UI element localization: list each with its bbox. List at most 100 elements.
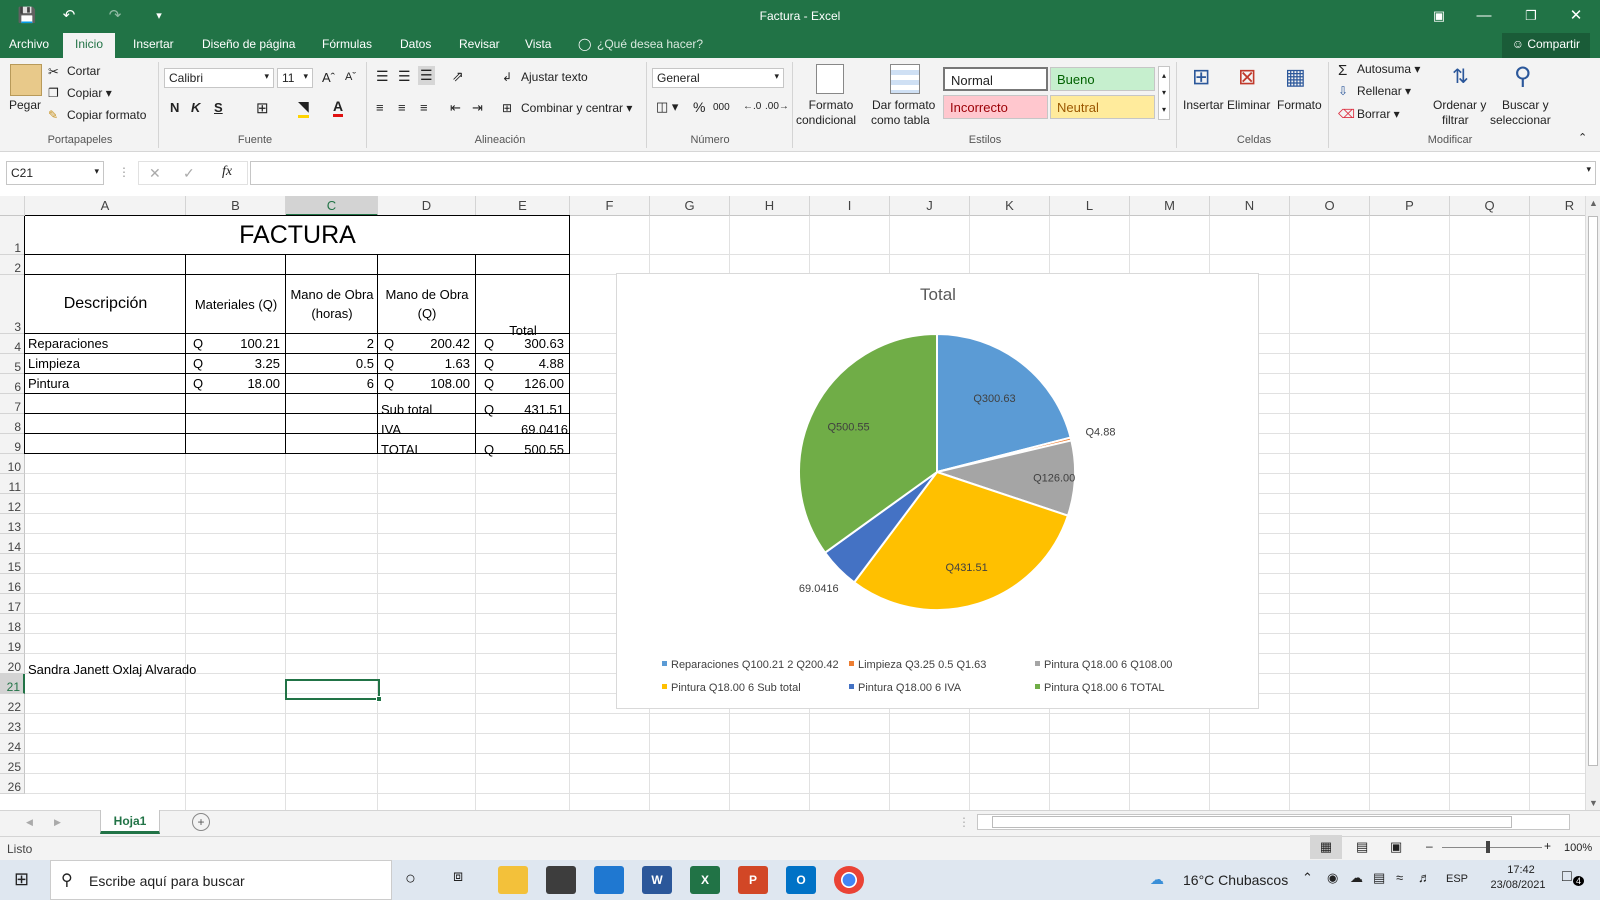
next-sheet-icon[interactable]: ▶ [54, 817, 61, 828]
item-mano[interactable]: 200.42 [378, 336, 470, 351]
horizontal-scrollbar[interactable] [977, 814, 1570, 830]
format-as-table-button[interactable]: Dar formato [872, 98, 935, 112]
style-normal[interactable]: Normal [943, 67, 1048, 91]
scroll-thumb[interactable] [1588, 216, 1598, 766]
column-header-d[interactable]: D [378, 196, 476, 216]
close-icon[interactable]: ✕ [1565, 5, 1587, 27]
row-header-12[interactable]: 12 [0, 494, 25, 514]
iva-label[interactable]: IVA [381, 422, 401, 437]
row-header-21[interactable]: 21 [0, 674, 25, 694]
item-horas[interactable]: 6 [286, 376, 374, 391]
bold-button[interactable]: N [170, 100, 179, 115]
conditional-format-button[interactable]: Formato [806, 98, 856, 112]
align-middle-icon[interactable]: ☰ [398, 68, 411, 85]
header-mano-q[interactable]: Mano de Obra (Q) [378, 287, 476, 321]
percent-button[interactable]: % [693, 99, 705, 115]
tab-vista[interactable]: Vista [525, 37, 551, 51]
excel-icon[interactable]: X [690, 866, 720, 894]
network-icon[interactable]: ▤ [1373, 870, 1385, 886]
column-header-f[interactable]: F [570, 196, 650, 216]
item-materiales[interactable]: 18.00 [186, 376, 280, 391]
enter-icon[interactable]: ✓ [183, 165, 195, 182]
column-header-e[interactable]: E [476, 196, 570, 216]
style-bad[interactable]: Incorrecto [943, 95, 1048, 119]
select-all-corner[interactable] [0, 196, 25, 216]
delete-cells-button[interactable]: Eliminar [1227, 98, 1270, 112]
column-header-r[interactable]: R [1530, 196, 1585, 216]
item-horas[interactable]: 2 [286, 336, 374, 351]
column-header-i[interactable]: I [810, 196, 890, 216]
row-header-4[interactable]: 4 [0, 334, 25, 354]
column-header-m[interactable]: M [1130, 196, 1210, 216]
powerpoint-icon[interactable]: P [738, 866, 768, 894]
row-header-8[interactable]: 8 [0, 414, 25, 434]
sheet-tab-hoja1[interactable]: Hoja1 [100, 810, 160, 834]
column-header-h[interactable]: H [730, 196, 810, 216]
language-indicator[interactable]: ESP [1446, 873, 1468, 885]
page-layout-view-icon[interactable]: ▤ [1356, 839, 1368, 855]
font-size-select[interactable]: 11 ▾ [277, 68, 313, 88]
tab-datos[interactable]: Datos [400, 37, 431, 51]
active-cell-selection[interactable] [285, 679, 382, 702]
chrome-icon[interactable] [834, 866, 864, 894]
number-format-select[interactable]: General ▾ [652, 68, 784, 88]
column-header-n[interactable]: N [1210, 196, 1290, 216]
tab-formulas[interactable]: Fórmulas [322, 37, 372, 51]
column-header-k[interactable]: K [970, 196, 1050, 216]
row-header-17[interactable]: 17 [0, 594, 25, 614]
item-mano[interactable]: 1.63 [378, 356, 470, 371]
font-color-icon[interactable]: A [333, 98, 344, 117]
subtotal-value[interactable]: 431.51 [476, 402, 564, 417]
zoom-slider-thumb[interactable] [1486, 841, 1490, 853]
row-header-13[interactable]: 13 [0, 514, 25, 534]
header-mano-horas[interactable]: Mano de Obra (horas) [286, 287, 378, 321]
item-desc[interactable]: Pintura [28, 376, 69, 391]
add-sheet-icon[interactable]: + [192, 813, 210, 831]
formula-input[interactable]: ▾ [250, 161, 1596, 185]
fill-color-icon[interactable]: ◥ [298, 98, 309, 118]
notifications-icon[interactable]: □ 4 [1562, 868, 1585, 886]
mail-icon[interactable] [594, 866, 624, 894]
fill-button[interactable]: ⇩ Rellenar ▾ [1338, 84, 1411, 100]
normal-view-icon[interactable]: ▦ [1310, 835, 1342, 859]
column-header-q[interactable]: Q [1450, 196, 1530, 216]
styles-scroll[interactable]: ▴ ▾ ▾ [1158, 66, 1170, 120]
tab-diseno-pagina[interactable]: Diseño de página [202, 37, 295, 51]
align-top-icon[interactable]: ☰ [376, 68, 389, 85]
scroll-up-icon[interactable]: ▲ [1589, 198, 1598, 208]
ribbon-display-icon[interactable]: ▣ [1428, 5, 1450, 27]
sort-filter-button[interactable]: Ordenar y [1433, 98, 1486, 112]
row-header-14[interactable]: 14 [0, 534, 25, 554]
item-materiales[interactable]: 3.25 [186, 356, 280, 371]
outlook-icon[interactable]: O [786, 866, 816, 894]
taskbar-search[interactable]: ⚲ Escribe aquí para buscar [50, 860, 392, 900]
row-header-7[interactable]: 7 [0, 394, 25, 414]
cut-button[interactable]: ✂ Cortar [48, 64, 100, 80]
row-header-10[interactable]: 10 [0, 454, 25, 474]
total-label[interactable]: TOTAL [381, 442, 422, 457]
decrease-indent-icon[interactable]: ⇤ [450, 100, 461, 116]
onedrive-icon[interactable]: ☁ [1350, 870, 1363, 886]
decrease-decimal-icon[interactable]: .00→ [765, 101, 789, 112]
column-header-a[interactable]: A [25, 196, 186, 216]
row-header-6[interactable]: 6 [0, 374, 25, 394]
restore-icon[interactable]: ❐ [1520, 5, 1542, 27]
row-header-16[interactable]: 16 [0, 574, 25, 594]
row-header-24[interactable]: 24 [0, 734, 25, 754]
underline-button[interactable]: S [214, 100, 223, 115]
row-header-11[interactable]: 11 [0, 474, 25, 494]
borders-icon[interactable]: ⊞ [256, 99, 269, 117]
word-icon[interactable]: W [642, 866, 672, 894]
zoom-out-icon[interactable]: – [1426, 839, 1433, 853]
column-header-p[interactable]: P [1370, 196, 1450, 216]
item-desc[interactable]: Limpieza [28, 356, 80, 371]
store-icon[interactable] [546, 866, 576, 894]
format-painter-button[interactable]: ✎ Copiar formato [48, 108, 146, 124]
pie-chart[interactable]: Total Q300.63 Q4.88 Q126.00 Q431.51 69.0416 Q… [616, 273, 1259, 709]
align-left-icon[interactable]: ≡ [376, 100, 384, 115]
merge-center-button[interactable]: ⊞ Combinar y centrar ▾ [502, 101, 632, 117]
wifi-icon[interactable]: ≈ [1396, 870, 1403, 885]
row-header-25[interactable]: 25 [0, 754, 25, 774]
paste-button[interactable]: Pegar [9, 98, 41, 112]
scroll-down-icon[interactable]: ▼ [1589, 798, 1598, 808]
